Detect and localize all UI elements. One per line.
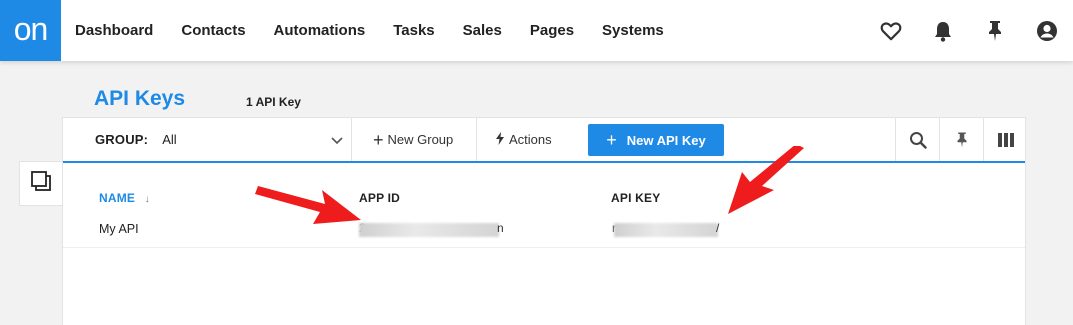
group-label: GROUP:: [95, 132, 149, 147]
top-nav-bar: on Dashboard Contacts Automations Tasks …: [0, 0, 1073, 61]
pin-icon[interactable]: [939, 118, 983, 161]
api-keys-panel: GROUP: All + New Group Actions + New API…: [62, 117, 1026, 325]
side-panel-toggle[interactable]: [19, 161, 62, 206]
page-title: API Keys: [94, 87, 186, 110]
main-nav: Dashboard Contacts Automations Tasks Sal…: [61, 0, 678, 61]
lightning-icon: [496, 131, 504, 148]
search-icon[interactable]: [895, 118, 939, 161]
pin-icon[interactable]: [969, 0, 1021, 61]
nav-sales[interactable]: Sales: [449, 22, 516, 39]
sort-desc-icon: ↓: [144, 194, 150, 205]
chevron-down-icon: [331, 133, 343, 148]
plus-icon: +: [606, 129, 617, 150]
app-logo[interactable]: on: [0, 0, 61, 61]
table-row[interactable]: My API 2 n r /: [63, 214, 1025, 248]
actions-button[interactable]: Actions: [478, 118, 578, 161]
column-header-name[interactable]: NAME ↓: [99, 191, 150, 205]
annotation-arrow-api-key: [728, 146, 804, 214]
group-value: All: [162, 132, 177, 147]
actions-label: Actions: [509, 132, 552, 147]
new-group-button[interactable]: + New Group: [353, 118, 477, 161]
column-header-app-id: APP ID: [359, 191, 400, 205]
plus-icon: +: [373, 129, 384, 150]
record-count: 1 API Key: [246, 95, 301, 109]
nav-tasks[interactable]: Tasks: [379, 22, 448, 39]
nav-icons: [865, 0, 1073, 61]
user-icon[interactable]: [1021, 0, 1073, 61]
nav-pages[interactable]: Pages: [516, 22, 588, 39]
group-select[interactable]: GROUP: All: [63, 118, 352, 161]
api-key-redacted: [614, 223, 718, 237]
columns-icon[interactable]: [983, 118, 1027, 161]
app-id-redacted: [359, 223, 499, 237]
new-group-label: New Group: [387, 132, 454, 147]
annotation-arrow-app-id: [255, 186, 361, 224]
layers-icon: [30, 170, 52, 197]
app-id-end: n: [497, 221, 504, 235]
api-key-end: /: [716, 221, 720, 235]
nav-systems[interactable]: Systems: [588, 22, 678, 39]
toolbar: GROUP: All + New Group Actions + New API…: [63, 118, 1025, 163]
heart-icon[interactable]: [865, 0, 917, 61]
row-name: My API: [99, 222, 139, 236]
new-api-key-button[interactable]: + New API Key: [588, 124, 724, 156]
column-header-api-key: API KEY: [611, 191, 661, 205]
bell-icon[interactable]: [917, 0, 969, 61]
nav-dashboard[interactable]: Dashboard: [61, 22, 167, 39]
nav-automations[interactable]: Automations: [260, 22, 380, 39]
nav-contacts[interactable]: Contacts: [167, 22, 259, 39]
new-api-key-label: New API Key: [626, 132, 706, 148]
